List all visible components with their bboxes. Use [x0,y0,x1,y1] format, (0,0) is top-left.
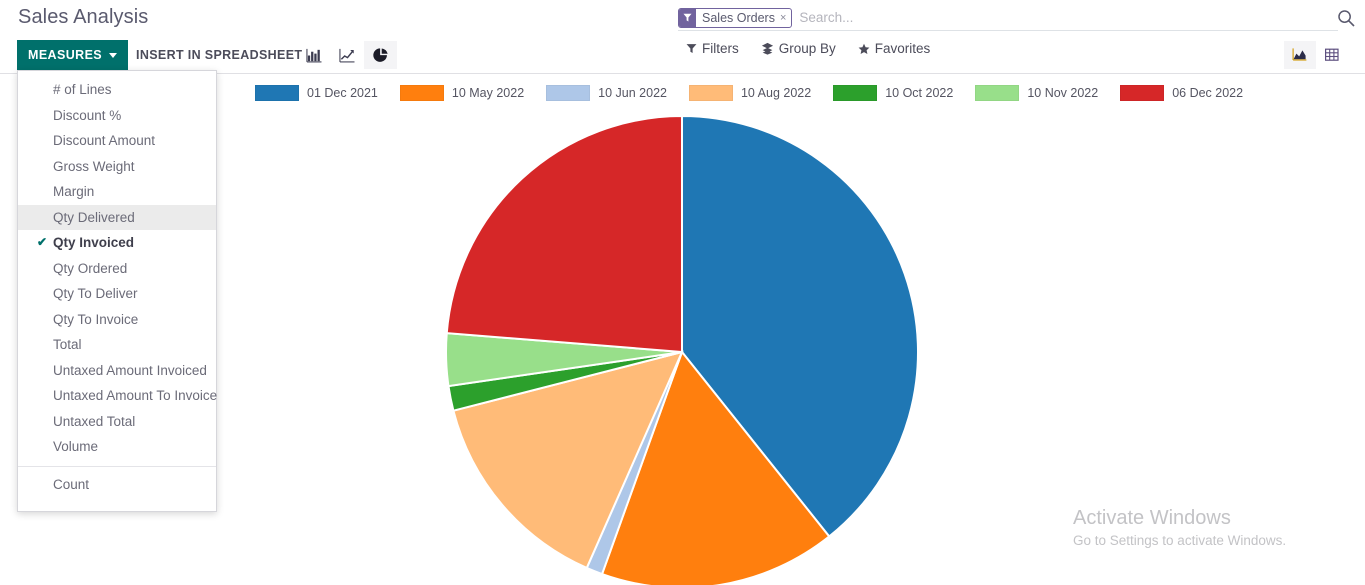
measure-menu-item[interactable]: Untaxed Total [18,409,216,435]
measure-menu-item-label: # of Lines [53,82,112,97]
sales-analysis-graph-view: Sales Analysis Sales Orders × Search... … [0,0,1365,585]
legend-swatch [975,85,1020,101]
measure-menu-item-label: Qty Delivered [53,209,135,225]
legend-swatch [688,85,733,101]
measure-menu-item-label: Margin [53,184,95,199]
measure-menu-item[interactable]: Untaxed Amount To Invoice [18,383,218,409]
measure-menu-item[interactable]: Untaxed Amount Invoiced [18,358,216,384]
legend-label: 06 Dec 2022 [1172,86,1244,100]
legend-item[interactable]: 10 Oct 2022 [833,85,953,101]
search-input[interactable] [797,6,1338,29]
legend-label: 10 Aug 2022 [740,86,812,100]
legend-swatch [255,85,299,101]
favorites-dropdown-toggle[interactable]: Favorites [858,41,931,56]
legend-label: 10 Oct 2022 [885,86,954,100]
filters-label: Filters [702,41,739,56]
chart-type-switcher [298,41,397,69]
chevron-down-icon [109,52,118,58]
measure-menu-item[interactable]: Total [18,332,216,358]
measure-menu-item-label: Discount Amount [53,133,156,148]
check-icon: ✔ [37,235,48,249]
measure-menu-item-label: Gross Weight [53,158,135,174]
measure-menu-item-label: Qty Invoiced [53,235,135,250]
search-icon[interactable] [1336,8,1356,28]
graph-view-icon[interactable] [1284,41,1316,69]
filter-icon [686,43,697,54]
chart-legend: 01 Dec 2021 10 May 2022 10 Jun 2022 10 Aug … [255,85,1265,101]
measure-menu-item[interactable]: # of Lines [18,77,216,103]
measure-menu-item[interactable]: Volume [18,434,216,460]
measure-menu-item-label: Qty To Deliver [53,286,138,301]
measure-menu-item-label: Untaxed Amount To Invoice [53,388,218,403]
legend-item[interactable]: 10 Nov 2022 [975,85,1098,101]
measures-dropdown-menu[interactable]: # of Lines Discount % Discount Amount Gross… [17,70,217,512]
legend-label: 10 Jun 2022 [598,86,667,100]
legend-item[interactable]: 01 Dec 2021 [255,85,378,101]
measure-menu-item[interactable]: Margin [18,179,216,205]
measure-menu-item[interactable]: Count [18,472,216,498]
measure-menu-item-label: Count [53,476,90,492]
pie-chart-icon[interactable] [364,41,397,69]
bar-chart-icon[interactable] [298,41,331,69]
legend-label: 10 May 2022 [451,86,525,100]
star-icon [858,43,870,55]
legend-label: 01 Dec 2021 [307,86,378,100]
legend-item[interactable]: 10 May 2022 [399,85,525,101]
legend-swatch [833,85,878,101]
control-panel-bottom: MEASURES INSERT IN SPREADSHEET Filters G… [0,38,1365,74]
pivot-view-icon[interactable] [1316,41,1348,69]
measure-menu-item-label: Qty To Invoice [53,311,139,327]
favorites-label: Favorites [874,41,931,56]
menu-divider [18,465,216,467]
group-by-label: Group By [778,41,836,56]
legend-swatch [399,85,444,101]
view-switcher [1284,41,1348,69]
measure-menu-item[interactable]: Qty Delivered [18,204,216,230]
measures-button-label: MEASURES [28,48,103,62]
insert-in-spreadsheet-button[interactable]: INSERT IN SPREADSHEET [127,40,311,70]
insert-in-spreadsheet-label: INSERT IN SPREADSHEET [136,48,303,62]
measure-menu-item[interactable]: Discount Amount [18,128,216,154]
measure-menu-item-label: Qty Ordered [53,260,128,276]
measure-menu-item[interactable]: Qty Ordered [18,256,216,282]
measure-menu-item[interactable]: Gross Weight [18,154,216,180]
legend-label: 10 Nov 2022 [1027,86,1099,100]
measures-button[interactable]: MEASURES [17,40,129,70]
measure-menu-item-label: Discount % [53,107,122,123]
measure-menu-item-label: Untaxed Amount Invoiced [53,362,207,378]
control-panel-top: Sales Analysis Sales Orders × [0,0,1365,38]
legend-swatch [546,85,591,101]
legend-item[interactable]: 10 Jun 2022 [546,85,667,101]
search-view[interactable]: Sales Orders × [678,5,1338,31]
measure-menu-item-label: Volume [53,439,99,454]
pie-slice[interactable] [445,114,683,354]
line-chart-icon[interactable] [331,41,364,69]
measure-menu-item[interactable]: Qty To Deliver [18,281,216,307]
measure-menu-item[interactable]: Discount % [18,103,216,129]
measure-menu-item-label: Total [53,337,82,352]
layers-icon [761,42,774,55]
menu-bottom-spacer [18,497,216,511]
legend-swatch [1120,85,1165,101]
search-facet-text: Sales Orders [702,10,775,25]
measure-menu-item[interactable]: Qty To Invoice [18,307,216,333]
search-facet-sales-orders[interactable]: Sales Orders × [678,7,793,28]
group-by-dropdown-toggle[interactable]: Group By [761,41,836,56]
measure-menu-item[interactable]: ✔ Qty Invoiced [18,230,216,256]
legend-item[interactable]: 10 Aug 2022 [688,85,812,101]
measure-menu-item-label: Untaxed Total [53,413,136,429]
page-title: Sales Analysis [18,6,149,28]
search-options: Filters Group By Favorites [686,41,930,56]
legend-item[interactable]: 06 Dec 2022 [1120,85,1243,101]
close-icon[interactable]: × [780,12,786,24]
filter-icon [679,8,696,27]
filters-dropdown-toggle[interactable]: Filters [686,41,739,56]
search-facet-label-group: Sales Orders × [696,9,791,27]
